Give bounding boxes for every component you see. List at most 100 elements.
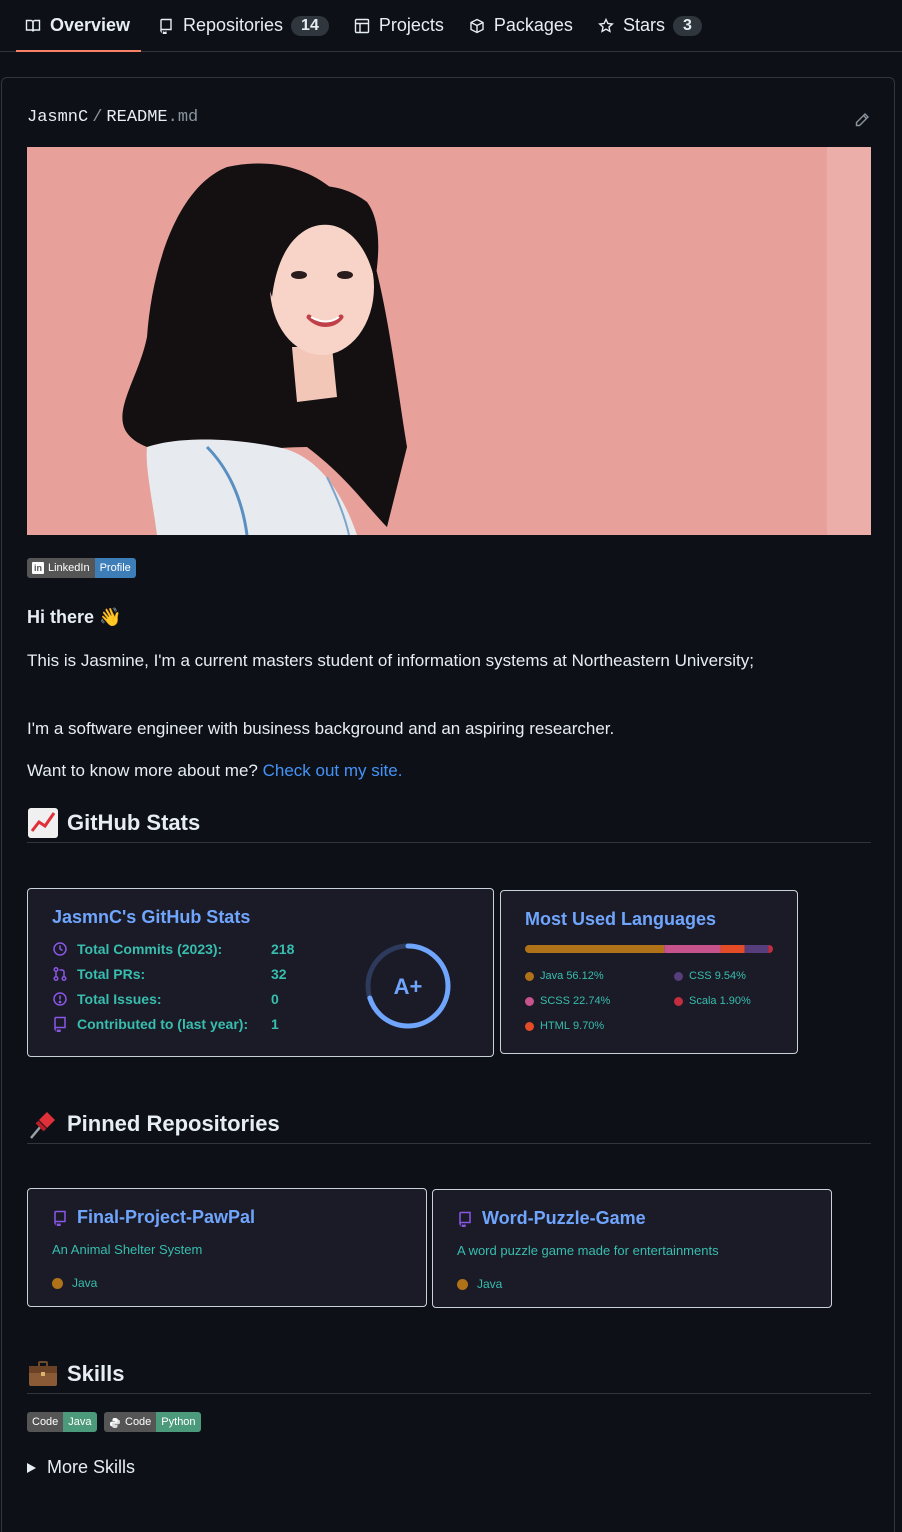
lang-item-java: Java 56.12% (525, 970, 604, 982)
badge-right-label: Python (156, 1412, 201, 1432)
repo-icon (459, 1211, 471, 1227)
lang-dot (674, 996, 683, 1006)
lang-bar-segment-html (720, 945, 745, 953)
repo-icon (157, 17, 175, 35)
tab-label: Repositories (183, 15, 284, 35)
lang-item-html: HTML 9.70% (525, 1020, 604, 1032)
grade-ring: A+ (365, 943, 451, 1029)
tab-label: Packages (493, 15, 573, 35)
lang-dot (674, 971, 683, 981)
section-heading-skills: Skills (27, 1354, 871, 1394)
lang-item-css: CSS 9.54% (674, 970, 746, 982)
lang-dot (457, 1278, 468, 1290)
grade-label: A+ (394, 974, 423, 999)
star-icon (597, 17, 615, 35)
path-separator: / (92, 108, 103, 127)
lang-item-scala: Scala 1.90% (674, 995, 751, 1007)
intro-paragraph-2: I'm a software engineer with business ba… (27, 719, 615, 738)
pinned-repo-name[interactable]: Final-Project-PawPal (77, 1207, 255, 1228)
stat-row-commits: Total Commits (2023): (52, 941, 222, 957)
lang-bar-segment-scala (768, 945, 773, 953)
chart-increasing-icon (27, 807, 59, 839)
tab-projects[interactable]: Projects (345, 0, 452, 52)
briefcase-icon (27, 1358, 59, 1390)
more-skills-label: More Skills (47, 1457, 136, 1477)
python-icon (109, 1416, 121, 1428)
tab-label: Overview (50, 15, 131, 35)
repo-count-badge: 14 (291, 15, 329, 36)
issue-icon (53, 992, 67, 1006)
stat-value-commits: 218 (271, 941, 295, 957)
lang-bar-segment-java (525, 945, 665, 953)
skill-badge-python[interactable]: Code Python (104, 1412, 201, 1432)
top-languages-card[interactable]: Most Used Languages Java 56.12% SCSS 22.… (500, 890, 798, 1054)
badge-right-label: Java (63, 1412, 97, 1432)
pushpin-icon (27, 1108, 59, 1140)
lang-dot (525, 996, 534, 1006)
pencil-icon[interactable] (854, 112, 872, 130)
section-title: Skills (67, 1360, 125, 1386)
stats-card-title: JasmnC's GitHub Stats (52, 907, 251, 927)
repo-icon (54, 1016, 66, 1032)
intro-paragraph-3: Want to know more about me? Check out my… (27, 761, 403, 780)
book-icon (24, 17, 42, 35)
repo-icon (54, 1210, 66, 1226)
profile-banner-image (27, 147, 871, 535)
intro-heading: Hi there 👋 (27, 607, 122, 627)
more-skills-toggle[interactable]: More Skills (27, 1457, 135, 1478)
tab-overview[interactable]: Overview (16, 0, 141, 52)
pinned-repo-language: Java (52, 1276, 97, 1290)
lang-item-scss: SCSS 22.74% (525, 995, 610, 1007)
badge-right-label: Profile (94, 558, 136, 578)
pinned-repo-language: Java (457, 1277, 502, 1291)
languages-card-title: Most Used Languages (525, 909, 717, 929)
stat-row-issues: Total Issues: (52, 991, 162, 1007)
readme-extension: .md (167, 108, 199, 127)
language-progress-bar (525, 945, 773, 953)
tab-label: Projects (378, 15, 444, 35)
pinned-repo-name[interactable]: Word-Puzzle-Game (482, 1208, 646, 1229)
github-stats-card[interactable]: JasmnC's GitHub Stats Total Commits (202… (27, 888, 494, 1057)
tab-stars[interactable]: Stars 3 (589, 0, 710, 52)
package-icon (468, 17, 486, 35)
pinned-repo-card[interactable]: Final-Project-PawPal An Animal Shelter S… (27, 1188, 427, 1307)
badge-left-label: LinkedIn (48, 562, 90, 574)
history-icon (53, 942, 67, 956)
readme-user-link[interactable]: JasmnC (27, 108, 88, 127)
readme-file-link[interactable]: README (106, 108, 167, 127)
personal-site-link[interactable]: Check out my site. (263, 761, 403, 780)
pinned-repo-description: A word puzzle game made for entertainmen… (457, 1243, 719, 1258)
stat-value-issues: 0 (271, 991, 279, 1007)
tab-packages[interactable]: Packages (460, 0, 581, 52)
lang-bar-segment-scss (664, 945, 721, 953)
stat-row-prs: Total PRs: (52, 966, 145, 982)
pinned-repo-card[interactable]: Word-Puzzle-Game A word puzzle game made… (432, 1189, 832, 1308)
readme-panel: JasmnC / README.md in LinkedIn Profile H… (1, 77, 895, 1532)
stat-value-prs: 32 (271, 966, 287, 982)
pinned-repo-description: An Animal Shelter System (52, 1242, 203, 1257)
table-icon (353, 17, 371, 35)
stat-value-contributed: 1 (271, 1016, 279, 1032)
section-title: Pinned Repositories (67, 1110, 280, 1136)
lang-dot (525, 1021, 534, 1031)
skill-badge-java[interactable]: Code Java (27, 1412, 97, 1432)
disclosure-triangle-icon (27, 1462, 36, 1473)
section-heading-pinned: Pinned Repositories (27, 1104, 871, 1144)
linkedin-icon: in (32, 562, 44, 574)
intro-paragraph-1: This is Jasmine, I'm a current masters s… (27, 651, 754, 670)
badge-left-label: Code (27, 1412, 64, 1432)
lang-bar-segment-css (744, 945, 769, 953)
linkedin-profile-badge[interactable]: in LinkedIn Profile (27, 558, 136, 578)
profile-tabs: Overview Repositories 14 Projects Packag… (0, 0, 902, 52)
lang-dot (52, 1277, 63, 1289)
stars-count-badge: 3 (672, 15, 702, 36)
readme-path: JasmnC / README.md (27, 108, 198, 127)
tab-repositories[interactable]: Repositories 14 (149, 0, 337, 52)
pull-request-icon (53, 966, 67, 982)
stat-row-contributed: Contributed to (last year): (52, 1016, 248, 1032)
badge-left-label: Code (125, 1416, 152, 1428)
section-title: GitHub Stats (67, 809, 201, 835)
section-heading-stats: GitHub Stats (27, 803, 871, 843)
lang-dot (525, 971, 534, 981)
tab-label: Stars (622, 15, 665, 35)
